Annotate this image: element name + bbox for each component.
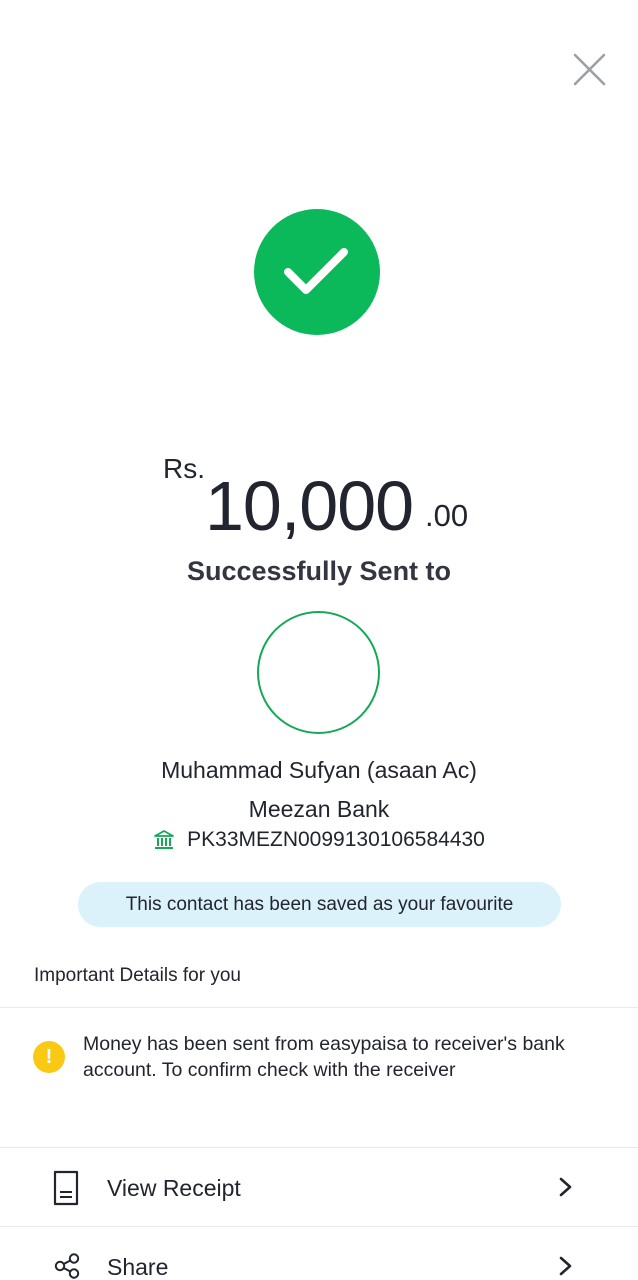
status-text: Successfully Sent to xyxy=(186,556,452,586)
share-label: Share xyxy=(107,1254,169,1280)
details-title: Important Details for you xyxy=(34,965,241,986)
favourite-notice: This contact has been saved as your favo… xyxy=(78,882,561,927)
share-icon xyxy=(54,1253,80,1279)
success-badge xyxy=(254,209,380,335)
divider xyxy=(0,1007,638,1008)
warning-icon: ! xyxy=(33,1041,65,1073)
iban-number: PK33MEZN0099130106584430 xyxy=(187,828,485,851)
amount-whole: 10,000 xyxy=(205,467,414,545)
checkmark-icon xyxy=(284,248,348,294)
info-message: Money has been sent from easypaisa to re… xyxy=(83,1033,565,1081)
close-button[interactable] xyxy=(568,50,610,92)
view-receipt-label: View Receipt xyxy=(107,1175,241,1201)
chevron-right-icon xyxy=(559,1256,572,1276)
amount-display: Rs. 10,000 .00 xyxy=(0,448,638,548)
currency-label: Rs. xyxy=(163,453,205,484)
recipient-name: Muhammad Sufyan (asaan Ac) xyxy=(161,757,477,783)
amount-decimal: .00 xyxy=(425,498,469,533)
bank-icon xyxy=(154,830,175,849)
close-icon xyxy=(573,53,606,86)
chevron-right-icon xyxy=(559,1177,572,1197)
iban-row: PK33MEZN0099130106584430 xyxy=(0,828,638,852)
bank-name: Meezan Bank xyxy=(248,796,390,822)
avatar xyxy=(257,611,380,734)
share-button[interactable]: Share xyxy=(0,1227,638,1280)
view-receipt-button[interactable]: View Receipt xyxy=(0,1148,638,1226)
receipt-icon xyxy=(53,1170,79,1206)
